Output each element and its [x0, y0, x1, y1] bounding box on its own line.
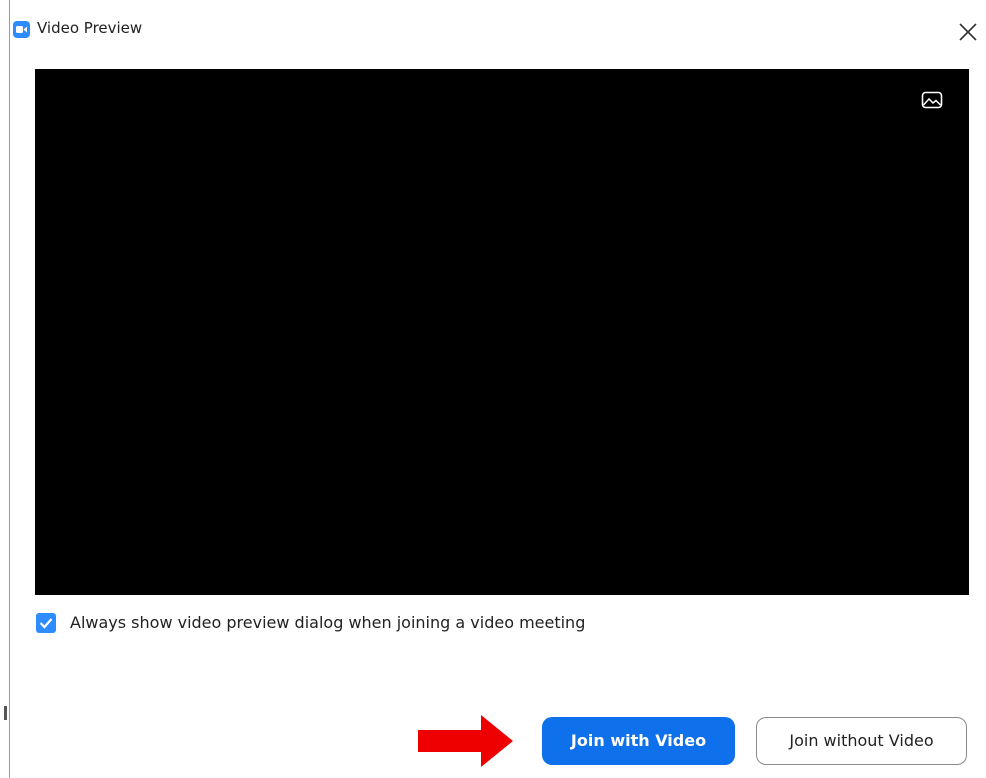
title-bar: Video Preview [10, 14, 986, 54]
join-without-video-button[interactable]: Join without Video [756, 717, 967, 765]
window-left-edge [9, 0, 10, 778]
close-icon [959, 23, 977, 41]
join-with-video-button[interactable]: Join with Video [542, 717, 735, 765]
video-preview-area [35, 69, 969, 595]
virtual-background-button[interactable] [921, 91, 943, 109]
close-button[interactable] [956, 20, 980, 44]
video-preview-dialog: Video Preview Always show video preview … [0, 0, 986, 778]
resize-handle[interactable] [4, 706, 7, 720]
always-show-preview-checkbox[interactable] [36, 613, 56, 633]
red-arrow-icon [418, 715, 513, 767]
zoom-camera-icon [13, 21, 30, 38]
checkmark-icon [39, 618, 53, 629]
virtual-background-icon [921, 91, 943, 109]
always-show-preview-label[interactable]: Always show video preview dialog when jo… [70, 613, 585, 632]
window-title: Video Preview [37, 19, 143, 37]
